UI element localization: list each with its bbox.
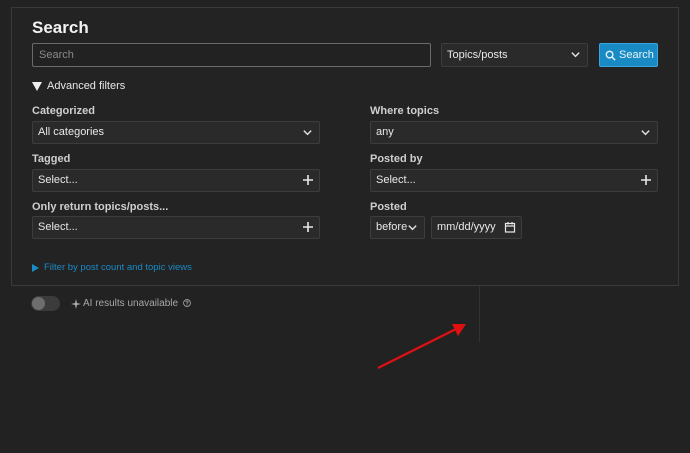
sparkle-icon — [71, 299, 81, 309]
divider — [479, 286, 480, 342]
where-topics-select[interactable]: any — [370, 121, 658, 144]
triangle-right-icon — [32, 264, 39, 272]
annotation-arrow — [377, 324, 466, 369]
plus-icon — [641, 175, 651, 185]
ai-results-toggle[interactable] — [31, 296, 60, 311]
search-panel: Search Topics/posts Search Advanced filt… — [11, 7, 679, 286]
posted-comparator-value: before — [376, 221, 408, 233]
advanced-filters-label: Advanced filters — [47, 80, 126, 92]
plus-icon — [303, 175, 313, 185]
search-button-label: Search — [619, 49, 654, 61]
triangle-down-icon — [32, 82, 42, 91]
only-return-value: Select... — [38, 221, 78, 233]
search-button[interactable]: Search — [599, 43, 658, 67]
where-topics-label: Where topics — [370, 105, 440, 117]
posted-comparator-select[interactable]: before — [370, 216, 425, 239]
only-return-label: Only return topics/posts... — [32, 201, 169, 213]
chevron-down-icon — [641, 130, 650, 136]
chevron-down-icon — [303, 130, 312, 136]
advanced-filters-toggle[interactable]: Advanced filters — [32, 80, 125, 92]
tagged-label: Tagged — [32, 153, 71, 165]
search-type-value: Topics/posts — [447, 49, 508, 61]
posted-label: Posted — [370, 201, 407, 213]
posted-by-select[interactable]: Select... — [370, 169, 658, 192]
tag-value: Select... — [38, 174, 78, 186]
page-title: Search — [32, 18, 89, 37]
post-count-filter-label: Filter by post count and topic views — [44, 262, 192, 273]
chevron-down-icon — [571, 52, 580, 58]
search-icon — [605, 50, 616, 61]
posted-date-input[interactable]: mm/dd/yyyy — [431, 216, 522, 239]
categorized-label: Categorized — [32, 105, 95, 117]
category-value: All categories — [38, 126, 105, 138]
posted-by-label: Posted by — [370, 153, 423, 165]
calendar-icon — [504, 222, 516, 233]
chevron-down-icon — [408, 225, 417, 231]
posted-by-value: Select... — [376, 174, 416, 186]
where-topics-value: any — [376, 126, 394, 138]
only-return-select[interactable]: Select... — [32, 216, 320, 239]
plus-icon — [303, 222, 313, 232]
category-select[interactable]: All categories — [32, 121, 320, 144]
tag-select[interactable]: Select... — [32, 169, 320, 192]
toggle-knob — [32, 297, 45, 310]
search-type-select[interactable]: Topics/posts — [441, 43, 588, 67]
ai-status: AI results unavailable — [71, 298, 191, 309]
question-circle-icon[interactable] — [183, 299, 191, 307]
posted-date-placeholder: mm/dd/yyyy — [437, 221, 496, 233]
post-count-filter-link[interactable]: Filter by post count and topic views — [32, 262, 192, 273]
ai-status-text: AI results unavailable — [83, 298, 179, 309]
search-input[interactable] — [32, 43, 431, 67]
